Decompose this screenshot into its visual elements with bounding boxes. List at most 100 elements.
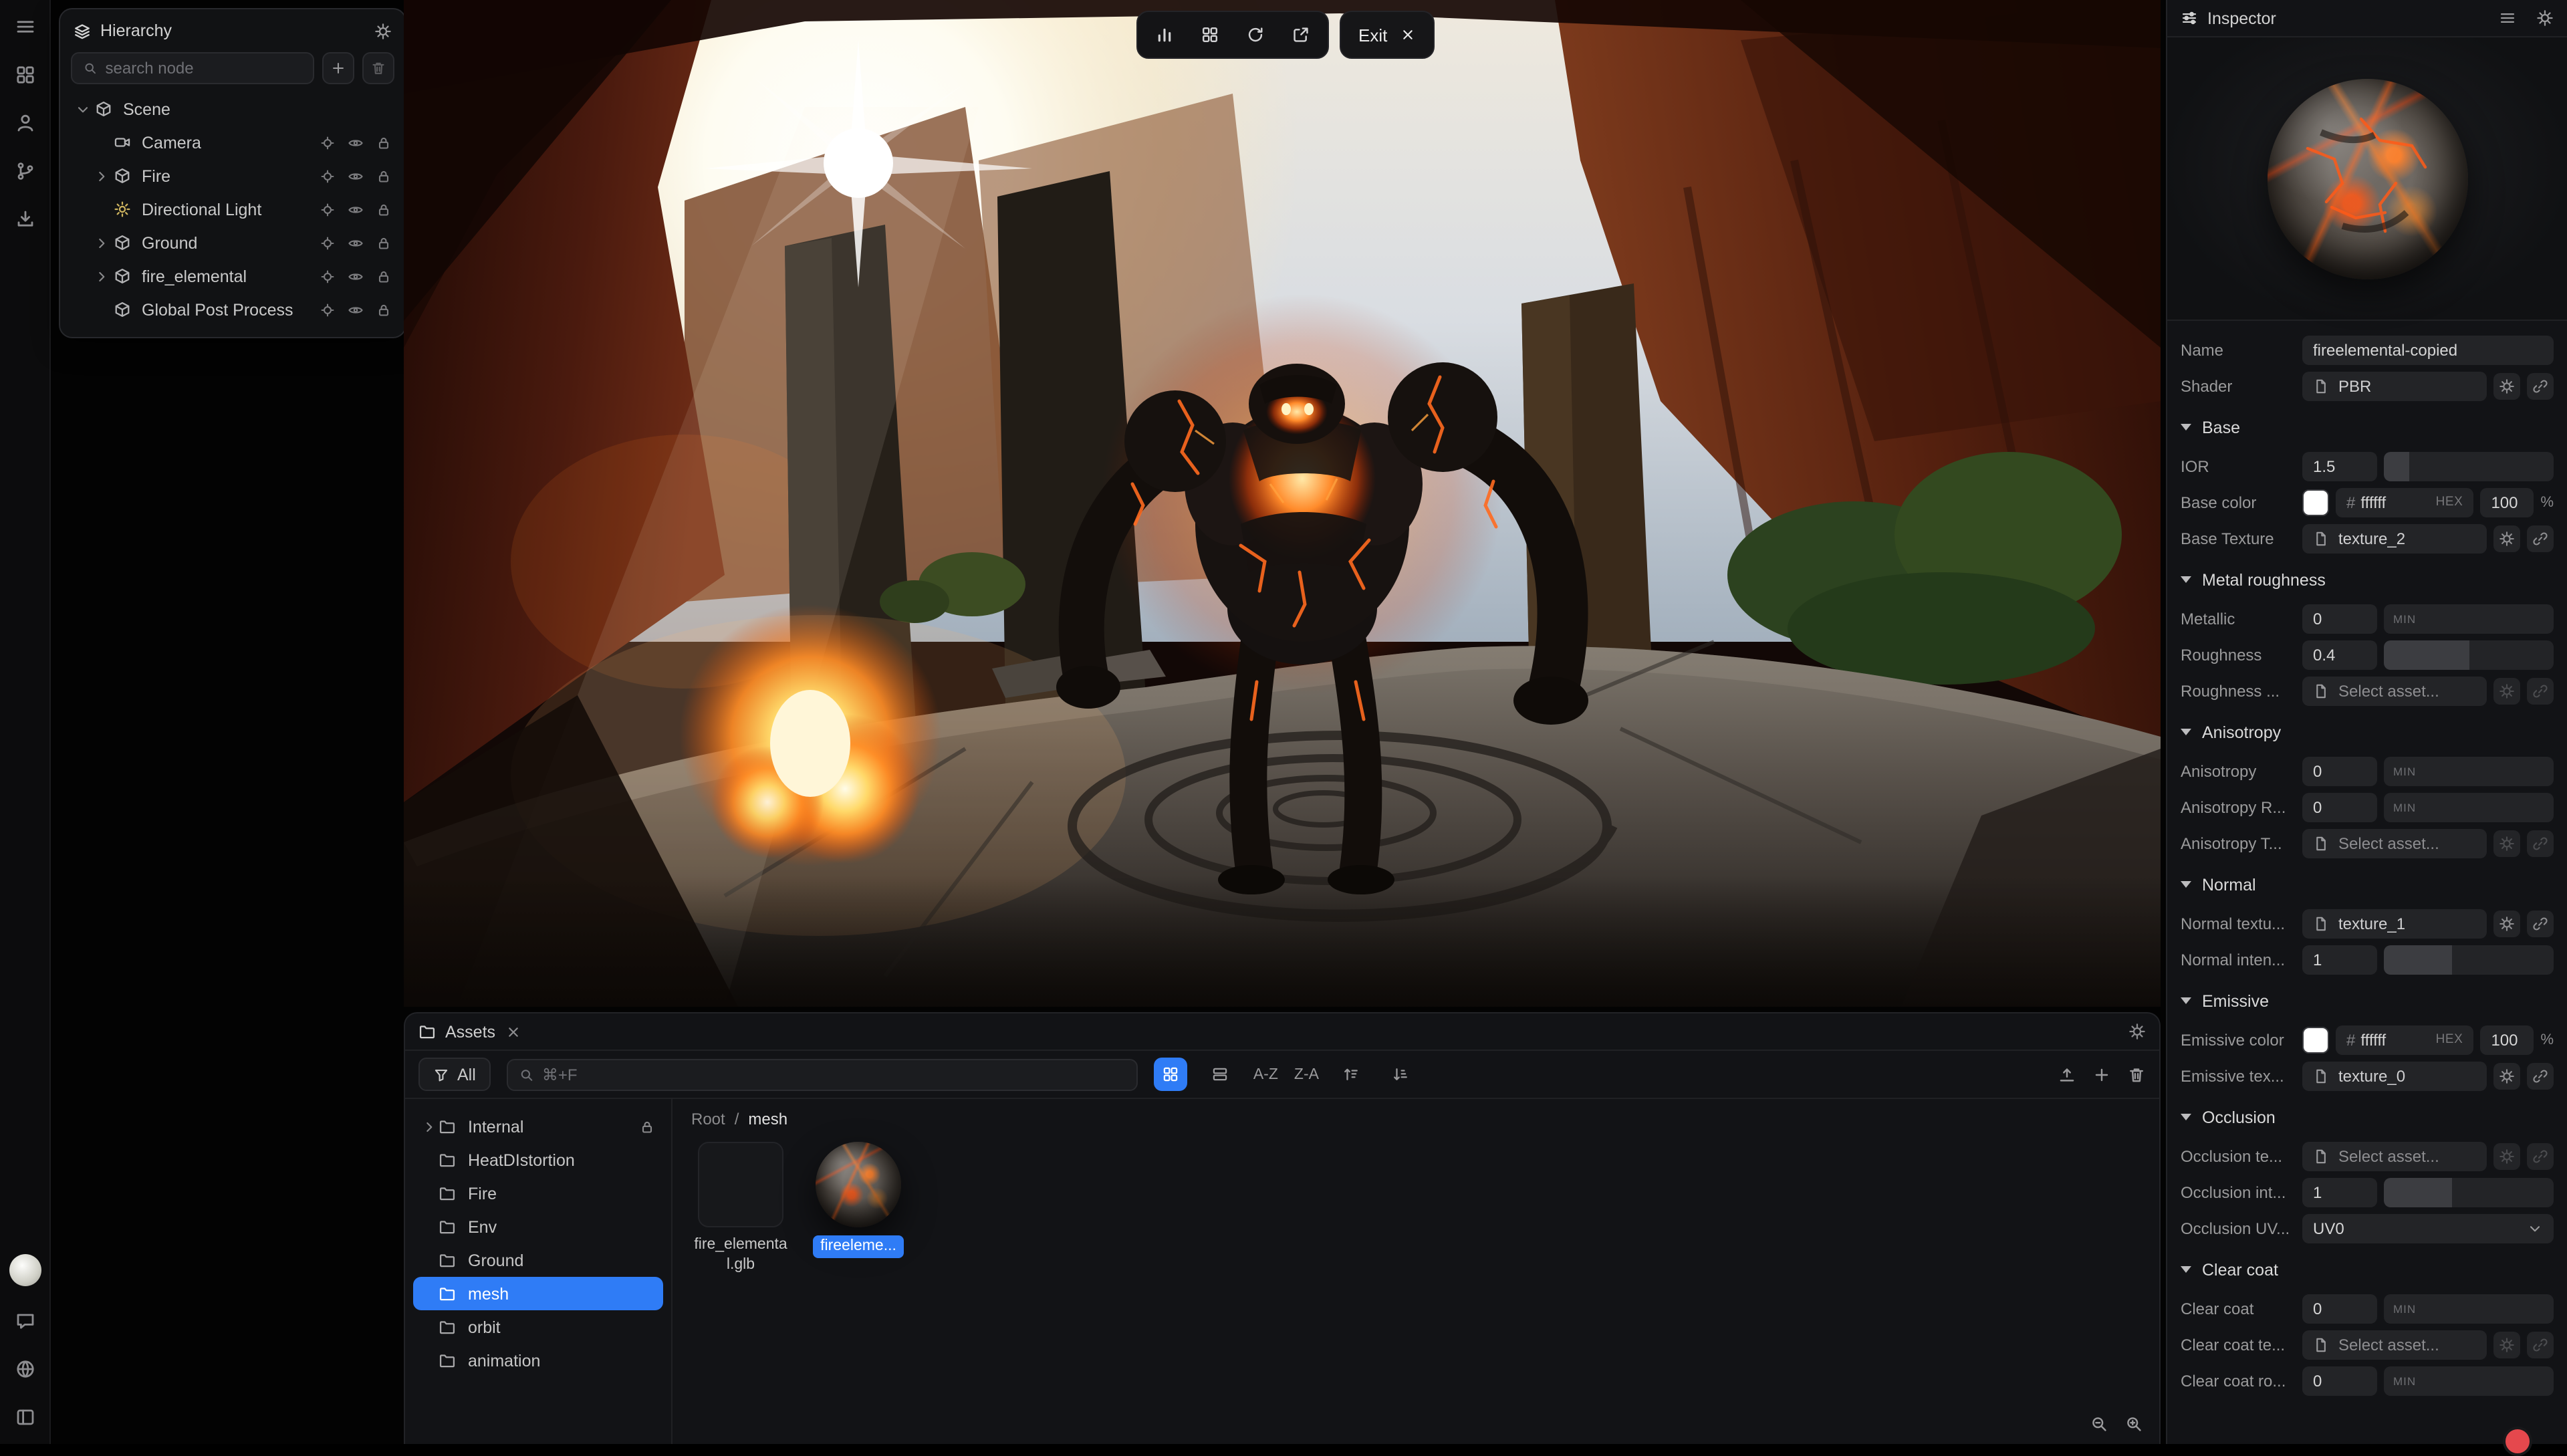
occlusion-intensity-slider[interactable] [2384,1177,2554,1207]
section-anisotropy[interactable]: Anisotropy [2167,711,2567,753]
folder-row-internal[interactable]: Internal [413,1110,663,1143]
menu-icon[interactable] [2499,9,2516,27]
occlusion-texture-link-button[interactable] [2527,1142,2554,1169]
grid-view-button[interactable] [1154,1058,1188,1091]
refresh-icon[interactable] [1235,17,1275,53]
sort-desc-icon[interactable] [1384,1058,1418,1091]
user-avatar[interactable] [9,1254,41,1286]
gear-icon[interactable] [374,22,392,39]
target-icon[interactable] [320,201,336,217]
zoom-out-icon[interactable] [2090,1415,2108,1433]
target-icon[interactable] [320,235,336,251]
ior-input[interactable]: 1.5 [2302,451,2377,481]
folder-row-orbit[interactable]: orbit [413,1310,663,1344]
eye-icon[interactable] [348,268,364,284]
normal-texture-select[interactable]: texture_1 [2302,908,2487,938]
target-icon[interactable] [320,268,336,284]
asset-item-material[interactable]: fireeleme... [809,1142,908,1258]
delete-node-button[interactable] [362,52,394,84]
clear-coat-input[interactable]: 0 [2302,1294,2377,1323]
base-texture-link-button[interactable] [2527,525,2554,552]
target-icon[interactable] [320,134,336,150]
eye-icon[interactable] [348,201,364,217]
zoom-in-icon[interactable] [2124,1415,2143,1433]
section-base[interactable]: Base [2167,406,2567,448]
metallic-input[interactable]: 0 [2302,604,2377,633]
shader-link-button[interactable] [2527,372,2554,399]
target-icon[interactable] [320,168,336,184]
install-icon[interactable] [11,206,38,233]
base-color-swatch[interactable] [2302,489,2329,515]
eye-icon[interactable] [348,134,364,150]
target-icon[interactable] [320,301,336,318]
hierarchy-search[interactable] [71,52,314,84]
chevron-right-icon[interactable] [92,235,111,251]
delete-asset-icon[interactable] [2127,1065,2146,1084]
add-asset-icon[interactable] [2092,1065,2111,1084]
material-preview[interactable] [2167,37,2567,321]
emissive-texture-gear-button[interactable] [2493,1062,2520,1089]
eye-icon[interactable] [348,301,364,318]
chevron-right-icon[interactable] [92,168,111,184]
section-emissive[interactable]: Emissive [2167,980,2567,1021]
occlusion-texture-gear-button[interactable] [2493,1142,2520,1169]
chat-icon[interactable] [11,1308,38,1334]
shader-select[interactable]: PBR [2302,371,2487,400]
language-icon[interactable] [11,1356,38,1382]
folder-row-mesh[interactable]: mesh [413,1277,663,1310]
folder-row-animation[interactable]: animation [413,1344,663,1377]
tree-row-fire-elemental[interactable]: fire_elemental [68,259,397,293]
list-view-button[interactable] [1204,1058,1237,1091]
tree-row-ground[interactable]: Ground [68,226,397,259]
base-texture-select[interactable]: texture_2 [2302,523,2487,553]
occlusion-texture-select[interactable]: Select asset... [2302,1141,2487,1171]
anisotropy-rotation-input[interactable]: 0 [2302,792,2377,822]
roughness-texture-link-button[interactable] [2527,677,2554,704]
notification-badge[interactable] [2503,1427,2532,1456]
chevron-right-icon[interactable] [92,268,111,284]
folder-row-env[interactable]: Env [413,1210,663,1243]
clear-coat-texture-gear-button[interactable] [2493,1331,2520,1358]
add-node-button[interactable] [322,52,354,84]
external-link-icon[interactable] [1281,17,1321,53]
roughness-texture-gear-button[interactable] [2493,677,2520,704]
clear-coat-roughness-input[interactable]: 0 [2302,1366,2377,1395]
roughness-input[interactable]: 0.4 [2302,640,2377,669]
normal-intensity-input[interactable]: 1 [2302,945,2377,974]
close-icon[interactable] [1399,27,1415,43]
exit-button[interactable]: Exit [1340,11,1434,59]
base-color-hex-input[interactable]: #ffffff HEX [2336,487,2473,517]
chevron-right-icon[interactable] [421,1118,439,1134]
section-metal-roughness[interactable]: Metal roughness [2167,559,2567,600]
tree-row-camera[interactable]: Camera [68,126,397,159]
section-normal[interactable]: Normal [2167,864,2567,905]
tree-row-global-post-process[interactable]: Global Post Process [68,293,397,326]
assets-search-input[interactable] [542,1065,1126,1084]
section-occlusion[interactable]: Occlusion [2167,1096,2567,1138]
base-texture-gear-button[interactable] [2493,525,2520,552]
panel-toggle-icon[interactable] [11,1404,38,1431]
gear-icon[interactable] [2536,9,2554,27]
folder-row-heatdistortion[interactable]: HeatDIstortion [413,1143,663,1177]
viewport-canvas[interactable] [404,0,2161,1007]
chevron-down-icon[interactable] [74,101,92,117]
folder-row-ground[interactable]: Ground [413,1243,663,1277]
sort-za-button[interactable]: Z-A [1294,1066,1319,1082]
anisotropy-texture-gear-button[interactable] [2493,830,2520,856]
emissive-color-alpha-input[interactable]: 100 [2480,1025,2534,1054]
gear-icon[interactable] [2128,1023,2146,1040]
anisotropy-slider[interactable]: MIN [2384,756,2554,785]
tree-row-fire[interactable]: Fire [68,159,397,193]
emissive-texture-select[interactable]: texture_0 [2302,1061,2487,1090]
sort-az-button[interactable]: A-Z [1253,1066,1278,1082]
eye-icon[interactable] [348,235,364,251]
anisotropy-texture-link-button[interactable] [2527,830,2554,856]
dashboard-icon[interactable] [11,62,38,88]
lock-icon[interactable] [376,235,392,251]
eye-icon[interactable] [348,168,364,184]
emissive-color-swatch[interactable] [2302,1026,2329,1053]
tree-row-directional-light[interactable]: Directional Light [68,193,397,226]
normal-texture-gear-button[interactable] [2493,910,2520,937]
filter-all-button[interactable]: All [418,1058,491,1091]
menu-icon[interactable] [11,13,38,40]
